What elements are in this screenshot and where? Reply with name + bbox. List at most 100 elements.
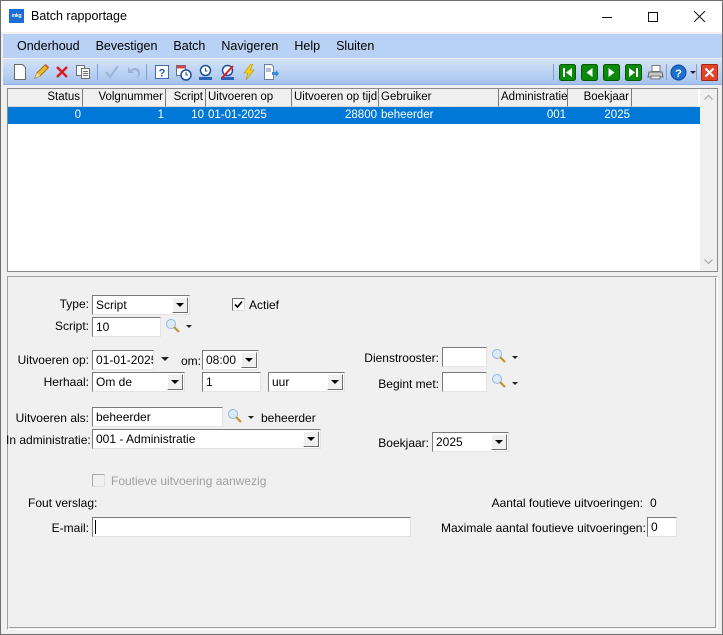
menu-onderhoud[interactable]: Onderhoud: [9, 39, 88, 53]
help-button[interactable]: ?: [669, 63, 687, 81]
boekjaar-select[interactable]: 2025: [432, 432, 509, 452]
script-input[interactable]: 10: [92, 317, 161, 337]
close-icon: [693, 11, 705, 22]
type-dropdown-button[interactable]: [172, 297, 188, 313]
column-header-uitvoeren-op-tijd[interactable]: Uitvoeren op tijd: [292, 89, 379, 107]
new-document-icon: [14, 64, 26, 80]
column-header-boekjaar[interactable]: Boekjaar: [568, 89, 632, 107]
run-batch-button[interactable]: [196, 63, 214, 81]
last-record-button[interactable]: [624, 63, 642, 81]
previous-record-button[interactable]: [580, 63, 598, 81]
delete-button[interactable]: [53, 63, 71, 81]
uitvoeren-als-dropdown-icon[interactable]: [248, 416, 254, 419]
help-icon: ?: [670, 64, 686, 80]
chevron-down-icon: [245, 358, 253, 362]
help-query-button[interactable]: ?: [153, 63, 171, 81]
in-administratie-select[interactable]: 001 - Administratie: [92, 429, 321, 449]
last-record-icon: [624, 63, 642, 81]
close-window-button[interactable]: [700, 63, 718, 81]
dienstrooster-dropdown-icon[interactable]: [512, 356, 518, 359]
dienstrooster-input[interactable]: [442, 347, 487, 367]
batch-rapportage-window: mkg Batch rapportage Onderhoud Bevestige…: [0, 0, 723, 635]
first-record-button[interactable]: [558, 63, 576, 81]
close-button[interactable]: [676, 1, 722, 32]
dienstrooster-lookup-icon[interactable]: [491, 348, 507, 364]
date-picker-dropdown-icon[interactable]: [161, 357, 169, 361]
menu-batch[interactable]: Batch: [165, 39, 213, 53]
menu-sluiten[interactable]: Sluiten: [328, 39, 382, 53]
script-lookup-icon[interactable]: [165, 318, 181, 334]
scroll-down-icon[interactable]: [704, 259, 713, 265]
uitvoeren-op-date-input[interactable]: 01-01-2025: [92, 350, 154, 370]
in-administratie-dropdown-button[interactable]: [303, 431, 319, 447]
boekjaar-dropdown-button[interactable]: [491, 434, 507, 450]
execute-button[interactable]: [240, 63, 258, 81]
chevron-down-icon: [331, 380, 339, 384]
edit-button[interactable]: [32, 63, 50, 81]
table-row[interactable]: 0 1 10 01-01-2025 28800 beheerder 001 20…: [8, 107, 700, 124]
next-record-button[interactable]: [602, 63, 620, 81]
cell-administratie: 001: [546, 109, 566, 121]
stop-batch-button[interactable]: [218, 63, 236, 81]
boekjaar-value: 2025: [436, 435, 463, 449]
print-button[interactable]: [646, 63, 664, 81]
schedule-button[interactable]: [174, 63, 192, 81]
column-header-gebruiker[interactable]: Gebruiker: [379, 89, 499, 107]
type-select[interactable]: Script: [92, 295, 190, 315]
help-query-icon: ?: [155, 65, 169, 80]
herhaal-mode-dropdown-button[interactable]: [167, 374, 183, 390]
column-header-script[interactable]: Script: [166, 89, 206, 107]
toolbar-separator: [666, 64, 667, 80]
column-header-uitvoeren-op[interactable]: Uitvoeren op: [206, 89, 292, 107]
scroll-up-icon[interactable]: [704, 94, 713, 100]
script-dropdown-icon[interactable]: [186, 325, 192, 328]
undo-button[interactable]: [124, 63, 142, 81]
foutieve-uitvoering-checkbox[interactable]: [92, 474, 105, 487]
toolbar-separator: [696, 64, 697, 80]
new-button[interactable]: [11, 63, 29, 81]
batch-grid: Status Volgnummer Script Uitvoeren op Ui…: [7, 88, 718, 272]
foutieve-uitvoering-label: Foutieve uitvoering aanwezig: [111, 474, 267, 488]
begint-met-lookup-icon[interactable]: [491, 373, 507, 389]
email-input[interactable]: [92, 517, 411, 537]
herhaal-unit-dropdown-button[interactable]: [327, 374, 343, 390]
begint-met-dropdown-icon[interactable]: [512, 382, 518, 385]
copy-icon: [76, 65, 90, 79]
print-icon: [646, 64, 664, 79]
om-dropdown-button[interactable]: [241, 352, 257, 368]
minimize-button[interactable]: [584, 1, 630, 32]
herhaal-unit-select[interactable]: uur: [268, 372, 345, 392]
maximize-button[interactable]: [630, 1, 676, 32]
confirm-button[interactable]: [103, 63, 121, 81]
actief-label: Actief: [249, 298, 280, 312]
aantal-foutieve-label: Aantal foutieve uitvoeringen:: [491, 496, 643, 510]
herhaal-mode-select[interactable]: Om de: [92, 372, 185, 392]
om-time-value: 08:00: [206, 353, 237, 367]
maximize-icon: [648, 11, 658, 22]
grid-vertical-scrollbar[interactable]: [700, 89, 717, 271]
menu-navigeren[interactable]: Navigeren: [213, 39, 286, 53]
herhaal-unit-value: uur: [272, 375, 290, 389]
menu-bevestigen[interactable]: Bevestigen: [88, 39, 166, 53]
column-header-volgnummer[interactable]: Volgnummer: [83, 89, 166, 107]
type-label: Type:: [59, 297, 89, 311]
actief-checkbox[interactable]: [232, 298, 245, 311]
minimize-icon: [602, 16, 612, 18]
max-foutieve-input[interactable]: 0: [647, 517, 677, 537]
toolbar-separator: [553, 64, 554, 80]
herhaal-interval-input[interactable]: 1: [202, 372, 261, 392]
uitvoeren-als-lookup-icon[interactable]: [227, 408, 243, 424]
toolbar: ? ?: [3, 59, 722, 85]
begint-met-label: Begint met:: [378, 377, 439, 391]
lightning-icon: [243, 64, 255, 80]
email-label: E-mail:: [51, 521, 89, 535]
uitvoeren-als-input[interactable]: beheerder: [92, 407, 223, 427]
export-button[interactable]: [262, 63, 280, 81]
copy-button[interactable]: [74, 63, 92, 81]
begint-met-input[interactable]: [442, 372, 487, 392]
column-header-status[interactable]: Status: [8, 89, 83, 107]
column-header-administratie[interactable]: Administratie: [499, 89, 568, 107]
om-time-select[interactable]: 08:00: [202, 350, 259, 370]
menu-help[interactable]: Help: [286, 39, 328, 53]
app-logo-icon: mkg: [9, 9, 24, 23]
